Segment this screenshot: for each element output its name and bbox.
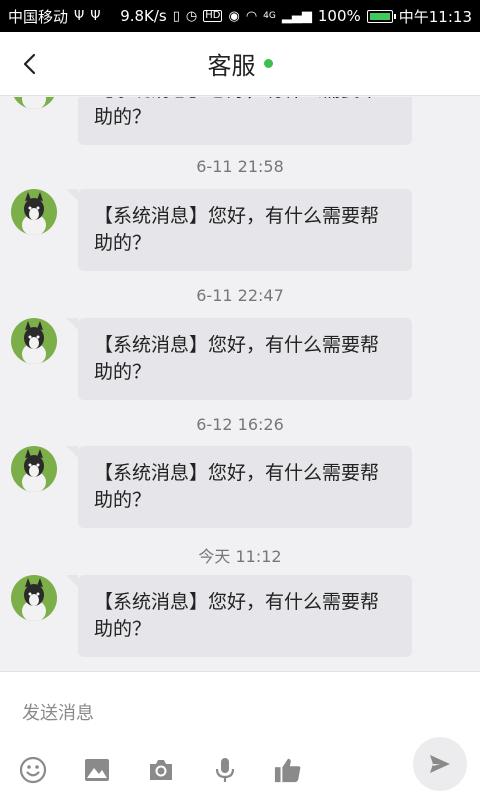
alarm-icon: ◷ bbox=[185, 8, 198, 24]
message-timestamp: 今天 11:12 bbox=[198, 547, 282, 566]
emoji-button[interactable] bbox=[19, 756, 47, 784]
app-header: 客服 bbox=[0, 32, 480, 96]
message-timestamp: 6-11 22:47 bbox=[196, 286, 284, 305]
message-bubble[interactable]: 【系统消息】您好，有什么需要帮助的？ bbox=[66, 189, 412, 271]
message-timestamp: 6-12 16:26 bbox=[196, 415, 284, 434]
dog-avatar-icon bbox=[11, 446, 57, 492]
carrier-label: 中国移动 bbox=[8, 7, 69, 26]
dog-avatar-icon bbox=[11, 575, 57, 621]
message-bubble[interactable]: 【系统消息】您好，有什么需要帮助的？ bbox=[78, 97, 412, 145]
page-title: 客服 bbox=[207, 52, 256, 80]
online-status-dot bbox=[263, 59, 273, 68]
back-button[interactable] bbox=[10, 44, 50, 84]
usb-icon: Ψ bbox=[90, 8, 101, 24]
camera-button[interactable] bbox=[147, 756, 175, 784]
wifi-icon: ◠ bbox=[245, 8, 258, 24]
avatar bbox=[11, 318, 57, 364]
message-bubble[interactable]: 【系统消息】您好，有什么需要帮助的？ bbox=[66, 575, 412, 657]
message-bubble[interactable]: 【系统消息】您好，有什么需要帮助的？ bbox=[66, 446, 412, 528]
status-left: 中国移动 Ψ Ψ bbox=[8, 6, 100, 27]
network-speed: 9.8K/s bbox=[120, 7, 167, 25]
thumbs-up-icon bbox=[274, 758, 301, 783]
composer bbox=[0, 671, 480, 800]
message-timestamp: 6-11 21:58 bbox=[196, 157, 284, 176]
image-icon bbox=[85, 759, 109, 781]
eye-icon: ◉ bbox=[228, 8, 240, 24]
like-button[interactable] bbox=[274, 756, 302, 784]
avatar bbox=[11, 189, 57, 235]
dog-avatar-icon bbox=[11, 318, 57, 364]
dog-avatar-icon bbox=[11, 189, 57, 235]
network-type: 4G bbox=[263, 10, 276, 21]
battery-icon bbox=[366, 9, 396, 23]
hd-icon: HD bbox=[203, 10, 223, 22]
vibrate-icon: ▯ bbox=[172, 8, 180, 24]
avatar bbox=[11, 97, 57, 109]
status-right: 9.8K/s ▯ ◷ HD ◉ ◠ 4G ▂▄▆ 100% 中午11:13 bbox=[120, 6, 472, 27]
battery-percent: 100% bbox=[317, 7, 361, 25]
usb-icon: Ψ bbox=[74, 8, 85, 24]
send-button[interactable] bbox=[413, 737, 467, 791]
message-input[interactable] bbox=[22, 698, 402, 728]
title-wrap: 客服 bbox=[208, 46, 273, 81]
microphone-icon bbox=[215, 758, 235, 782]
camera-icon bbox=[150, 760, 172, 780]
avatar bbox=[11, 575, 57, 621]
message-bubble[interactable]: 【系统消息】您好，有什么需要帮助的？ bbox=[66, 318, 412, 400]
emoji-icon bbox=[19, 756, 47, 784]
chevron-left-icon bbox=[23, 53, 36, 75]
send-icon bbox=[430, 755, 450, 773]
image-button[interactable] bbox=[83, 756, 111, 784]
avatar bbox=[11, 446, 57, 492]
dog-avatar-icon bbox=[11, 97, 57, 109]
chat-area[interactable]: 【系统消息】您好，有什么需要帮助的？ 6-11 21:58 【系统消息】您好，有… bbox=[0, 97, 480, 670]
voice-button[interactable] bbox=[211, 756, 239, 784]
clock: 中午11:13 bbox=[398, 7, 472, 26]
status-bar: 中国移动 Ψ Ψ 9.8K/s ▯ ◷ HD ◉ ◠ 4G ▂▄▆ 100% 中… bbox=[0, 0, 480, 32]
signal-icon: ▂▄▆ bbox=[281, 8, 312, 24]
